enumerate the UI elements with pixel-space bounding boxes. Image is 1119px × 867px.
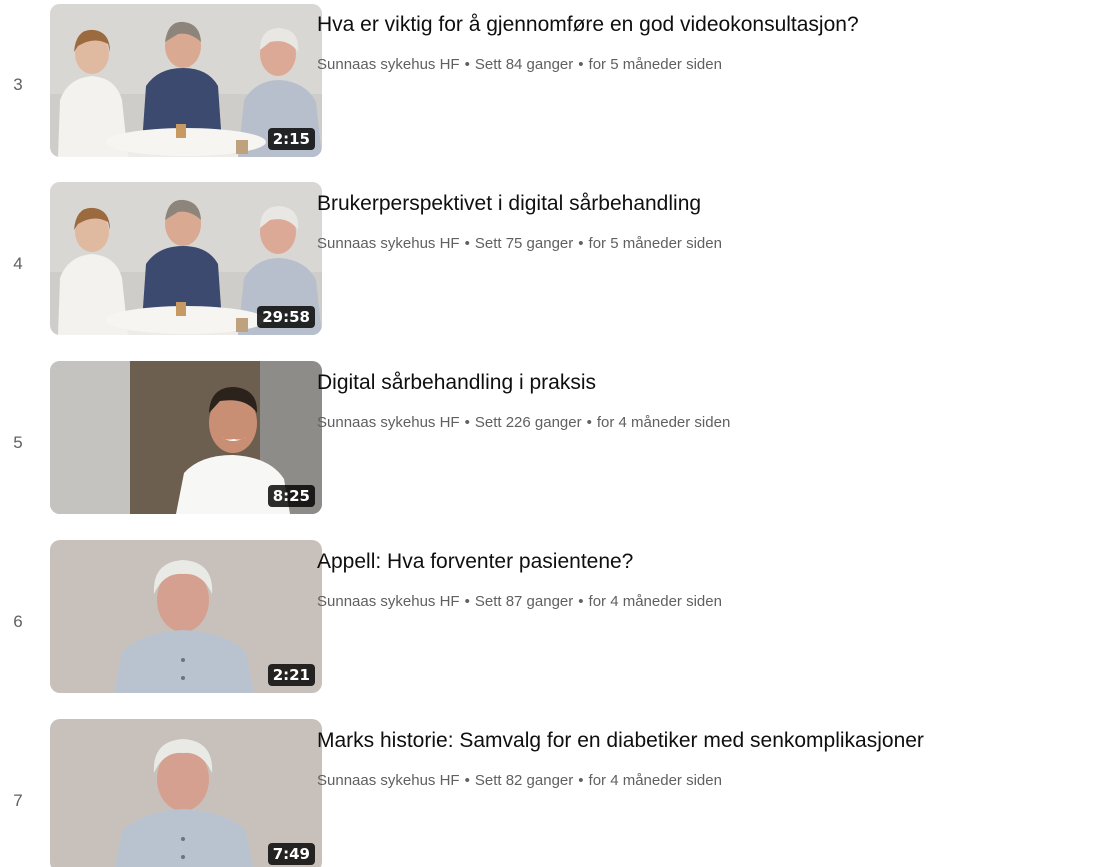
video-thumbnail[interactable]: 29:58 <box>50 182 322 335</box>
video-title-link[interactable]: Hva er viktig for å gjennomføre en god v… <box>317 11 859 39</box>
video-metadata: Sunnaas sykehus HF • Sett 87 ganger • for 4 … <box>317 592 722 612</box>
separator-dot: • <box>464 56 470 73</box>
video-thumbnail[interactable]: 2:21 <box>50 540 322 693</box>
view-count: Sett 84 ganger <box>474 56 574 73</box>
upload-age: for 5 måneder siden <box>588 56 722 73</box>
playlist-index: 4 <box>13 254 23 273</box>
separator-dot: • <box>464 593 470 610</box>
separator-dot: • <box>578 593 584 610</box>
playlist-item[interactable]: 3 2:15 Hva er viktig for å gjennomføre e… <box>0 3 1119 157</box>
upload-age: for 5 måneder siden <box>588 235 722 252</box>
view-count: Sett 75 ganger <box>474 235 574 252</box>
view-count: Sett 226 ganger <box>474 414 582 431</box>
video-duration-badge: 7:49 <box>267 843 315 865</box>
channel-name-link[interactable]: Sunnaas sykehus HF <box>317 414 460 431</box>
video-duration-badge: 29:58 <box>257 306 315 328</box>
video-metadata: Sunnaas sykehus HF • Sett 75 ganger • for 5 … <box>317 234 722 254</box>
separator-dot: • <box>464 414 470 431</box>
view-count: Sett 82 ganger <box>474 772 574 789</box>
separator-dot: • <box>586 414 592 431</box>
playlist-index: 3 <box>13 75 23 94</box>
video-duration-badge: 2:15 <box>267 128 315 150</box>
playlist-item[interactable]: 7 7:49 Marks historie: Samvalg for en di… <box>0 719 1119 867</box>
separator-dot: • <box>464 772 470 789</box>
channel-name-link[interactable]: Sunnaas sykehus HF <box>317 593 460 610</box>
video-thumbnail[interactable]: 7:49 <box>50 719 322 867</box>
playlist-item[interactable]: 4 29:58 Brukerperspektivet i digital sår… <box>0 182 1119 336</box>
playlist-index: 7 <box>13 791 23 810</box>
separator-dot: • <box>578 772 584 789</box>
upload-age: for 4 måneder siden <box>596 414 731 431</box>
video-duration-badge: 2:21 <box>267 664 315 686</box>
playlist-index: 6 <box>13 612 23 631</box>
video-metadata: Sunnaas sykehus HF • Sett 226 ganger • for 4… <box>317 413 730 433</box>
channel-name-link[interactable]: Sunnaas sykehus HF <box>317 772 460 789</box>
view-count: Sett 87 ganger <box>474 593 574 610</box>
video-thumbnail[interactable]: 8:25 <box>50 361 322 514</box>
video-metadata: Sunnaas sykehus HF • Sett 82 ganger • for 4 … <box>317 771 722 791</box>
video-metadata: Sunnaas sykehus HF • Sett 84 ganger • for 5 … <box>317 55 722 75</box>
video-title-link[interactable]: Appell: Hva forventer pasientene? <box>317 548 633 576</box>
separator-dot: • <box>578 235 584 252</box>
playlist-video-list: 3 2:15 Hva er viktig for å gjennomføre e… <box>0 0 1119 867</box>
playlist-item[interactable]: 5 8:25 Digital sårbehandling i praksis S… <box>0 361 1119 515</box>
video-title-link[interactable]: Brukerperspektivet i digital sårbehandli… <box>317 190 701 218</box>
channel-name-link[interactable]: Sunnaas sykehus HF <box>317 235 460 252</box>
upload-age: for 4 måneder siden <box>588 772 722 789</box>
separator-dot: • <box>578 56 584 73</box>
playlist-item[interactable]: 6 2:21 Appell: Hva forventer pasientene?… <box>0 540 1119 694</box>
video-thumbnail[interactable]: 2:15 <box>50 4 322 157</box>
separator-dot: • <box>464 235 470 252</box>
channel-name-link[interactable]: Sunnaas sykehus HF <box>317 56 460 73</box>
playlist-index: 5 <box>13 433 23 452</box>
upload-age: for 4 måneder siden <box>588 593 722 610</box>
video-title-link[interactable]: Digital sårbehandling i praksis <box>317 369 596 397</box>
video-title-link[interactable]: Marks historie: Samvalg for en diabetike… <box>317 727 924 755</box>
video-duration-badge: 8:25 <box>267 485 315 507</box>
